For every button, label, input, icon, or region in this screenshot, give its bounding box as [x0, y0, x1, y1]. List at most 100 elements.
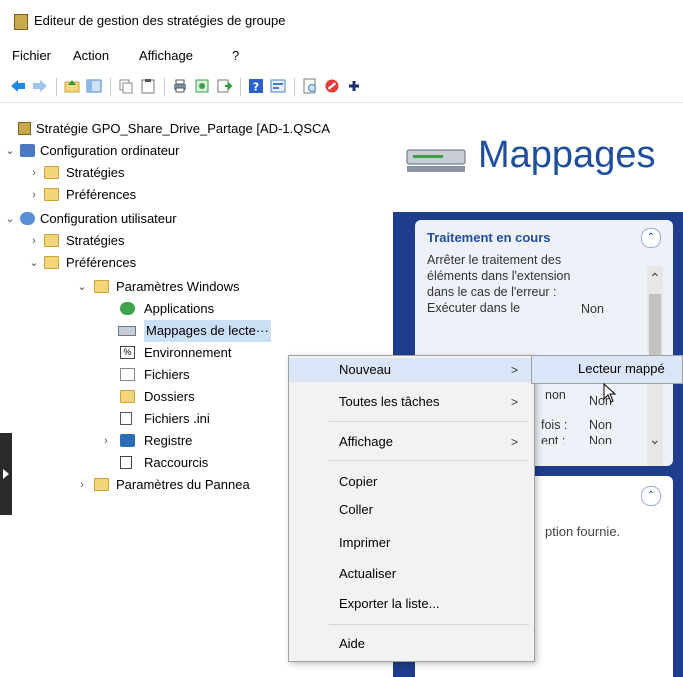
- drive-icon: [118, 326, 136, 336]
- scroll-up-icon[interactable]: ⌃: [649, 270, 661, 287]
- processing-value: Non: [589, 418, 612, 432]
- applications-icon: [120, 302, 135, 315]
- gpo-icon: [18, 122, 31, 135]
- tree-item-cc-strategies[interactable]: › Stratégies: [0, 162, 392, 184]
- chevron-right-icon: >: [511, 363, 519, 377]
- paste-icon[interactable]: [140, 78, 156, 94]
- menu-item-aide[interactable]: Aide: [289, 632, 534, 656]
- toolbar-separator: [56, 78, 57, 96]
- chevron-down-icon[interactable]: ⌄: [4, 208, 16, 230]
- toolbar-separator: [294, 78, 295, 96]
- scroll-down-icon[interactable]: ⌄: [649, 431, 661, 448]
- menu-item-copier[interactable]: Copier: [289, 470, 534, 494]
- menu-separator: [329, 624, 529, 625]
- description-text: ption fournie.: [545, 524, 621, 539]
- chevron-right-icon[interactable]: ›: [28, 162, 40, 184]
- toolbar: ?: [0, 72, 683, 103]
- back-arrow-icon[interactable]: [10, 78, 26, 94]
- collapse-icon[interactable]: ⌃: [641, 486, 661, 506]
- chevron-down-icon[interactable]: ⌄: [28, 252, 40, 274]
- menu-separator: [329, 421, 529, 422]
- collapse-icon[interactable]: ⌃: [641, 228, 661, 248]
- folder-icon: [44, 256, 59, 269]
- side-panel-tab[interactable]: [0, 433, 12, 515]
- tree-item-windows-settings[interactable]: ⌄ Paramètres Windows: [0, 276, 392, 298]
- processing-value: Non: [581, 302, 604, 316]
- chevron-right-icon[interactable]: ›: [76, 474, 88, 496]
- chevron-right-icon[interactable]: ›: [28, 184, 40, 206]
- menu-help[interactable]: ?: [232, 48, 239, 63]
- title-bar: Editeur de gestion des stratégies de gro…: [0, 0, 683, 40]
- menu-item-toutes-les-taches[interactable]: Toutes les tâches >: [289, 390, 534, 414]
- gpo-editor-icon: [14, 14, 28, 30]
- folder-icon: [120, 390, 135, 403]
- computer-icon: [20, 144, 35, 157]
- processing-label: fois :: [541, 418, 568, 432]
- menu-item-actualiser[interactable]: Actualiser: [289, 562, 534, 586]
- mouse-cursor-icon: [603, 383, 617, 403]
- registry-icon: [120, 434, 135, 447]
- stop-icon[interactable]: [324, 78, 340, 94]
- show-hide-tree-icon[interactable]: [86, 78, 102, 94]
- context-menu: Nouveau > Toutes les tâches > Affichage …: [288, 355, 535, 662]
- menu-item-exporter-la-liste[interactable]: Exporter la liste...: [289, 592, 534, 616]
- files-icon: [120, 368, 135, 381]
- menu-action[interactable]: Action: [73, 48, 109, 63]
- menu-item-lecteur-mappe[interactable]: Lecteur mappé: [578, 361, 665, 376]
- tree-item-cc-preferences[interactable]: › Préférences: [0, 184, 392, 206]
- console-icon[interactable]: [270, 78, 286, 94]
- environment-icon: %: [120, 346, 135, 359]
- add-icon[interactable]: [346, 78, 362, 94]
- tree-item-user-config[interactable]: ⌄ Configuration utilisateur: [0, 208, 392, 230]
- new-item-icon[interactable]: [302, 78, 318, 94]
- menu-item-imprimer[interactable]: Imprimer: [289, 531, 534, 555]
- menu-item-nouveau[interactable]: Nouveau >: [289, 358, 534, 382]
- tree-item-computer-config[interactable]: ⌄ Configuration ordinateur: [0, 140, 392, 162]
- submenu-nouveau: Lecteur mappé: [531, 355, 683, 384]
- chevron-right-icon: >: [511, 435, 519, 449]
- details-header: Mappages: [393, 112, 683, 212]
- menu-item-coller[interactable]: Coller: [289, 498, 534, 522]
- processing-label: ent :: [541, 434, 566, 444]
- processing-value: non: [545, 388, 566, 402]
- tree-item-uc-preferences[interactable]: ⌄ Préférences: [0, 252, 392, 274]
- window-title: Editeur de gestion des stratégies de gro…: [34, 13, 286, 28]
- up-folder-icon[interactable]: [64, 78, 80, 94]
- folder-icon: [44, 188, 59, 201]
- tree-item-root[interactable]: Stratégie GPO_Share_Drive_Partage [AD-1.…: [0, 118, 392, 140]
- forward-arrow-icon[interactable]: [32, 78, 48, 94]
- menu-affichage[interactable]: Affichage: [139, 48, 193, 63]
- help-icon[interactable]: ?: [248, 78, 264, 94]
- users-icon: [20, 212, 35, 225]
- properties-icon[interactable]: [194, 78, 210, 94]
- expand-arrow-icon: [3, 469, 9, 479]
- tree-item-applications[interactable]: Applications: [0, 298, 392, 320]
- svg-text:?: ?: [253, 81, 259, 94]
- menu-bar: Fichier Action Affichage ?: [0, 44, 683, 68]
- chevron-down-icon[interactable]: ⌄: [4, 140, 16, 162]
- print-icon[interactable]: [172, 78, 188, 94]
- drive-map-icon: [406, 149, 466, 172]
- toolbar-separator: [164, 78, 165, 96]
- ini-file-icon: [120, 412, 132, 425]
- menu-item-affichage[interactable]: Affichage >: [289, 430, 534, 454]
- menu-fichier[interactable]: Fichier: [12, 48, 51, 63]
- copy-icon[interactable]: [118, 78, 134, 94]
- toolbar-separator: [240, 78, 241, 96]
- export-icon[interactable]: [216, 78, 232, 94]
- menu-separator: [329, 460, 529, 461]
- processing-card-title: Traitement en cours: [427, 230, 551, 245]
- tree-item-uc-strategies[interactable]: › Stratégies: [0, 230, 392, 252]
- chevron-right-icon[interactable]: ›: [28, 230, 40, 252]
- chevron-right-icon: >: [511, 395, 519, 409]
- tree-item-drive-maps[interactable]: Mappages de lecte···: [0, 320, 392, 342]
- control-panel-icon: [94, 478, 109, 491]
- processing-value: Non: [589, 434, 612, 444]
- processing-text: Arrêter le traitement des éléments dans …: [427, 253, 571, 315]
- folder-icon: [94, 280, 109, 293]
- details-title: Mappages: [478, 134, 656, 176]
- toolbar-separator: [110, 78, 111, 96]
- chevron-down-icon[interactable]: ⌄: [76, 276, 88, 298]
- chevron-right-icon[interactable]: ›: [100, 430, 112, 452]
- shortcut-icon: [120, 456, 132, 469]
